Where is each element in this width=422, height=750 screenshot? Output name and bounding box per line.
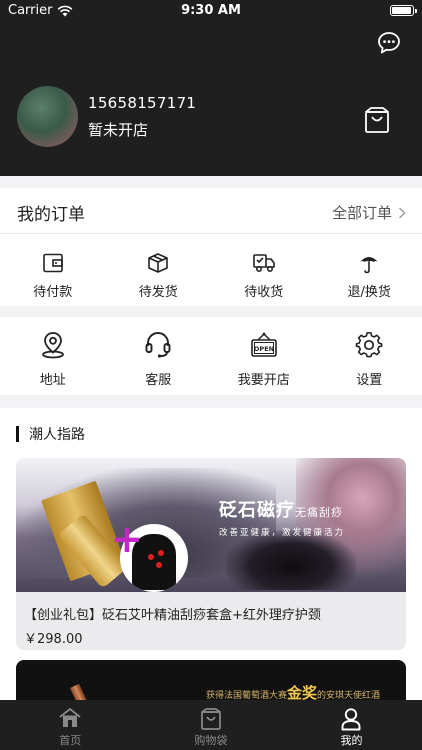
status-time: 9:30 AM xyxy=(181,3,241,18)
all-orders-label: 全部订单 xyxy=(331,204,392,222)
banner-subtitle: 改善亚健康，激发健康活力 xyxy=(219,528,346,538)
order-returns-label: 退/换货 xyxy=(347,285,391,300)
shop-status: 暂未开店 xyxy=(88,121,149,139)
tool-customer-service[interactable]: 客服 xyxy=(106,317,212,395)
tab-bar: 首页 购物袋 我的 xyxy=(0,700,422,750)
shop-bag-button[interactable] xyxy=(364,106,390,134)
trend-title: 潮人指路 xyxy=(29,427,85,443)
banner-title-small: 无痛刮痧 xyxy=(295,506,343,519)
order-pending-shipment-label: 待发货 xyxy=(138,285,178,300)
home-icon xyxy=(59,708,81,727)
message-button[interactable] xyxy=(376,30,402,56)
tool-customer-service-label: 客服 xyxy=(145,373,172,388)
tab-mine[interactable]: 我的 xyxy=(281,700,422,750)
user-icon xyxy=(342,708,361,731)
svg-text:OPEN: OPEN xyxy=(254,345,274,353)
banner-stones xyxy=(226,530,356,590)
product-card[interactable]: + 砭石磁疗无痛刮痧 改善亚健康，激发健康活力 【创业礼包】砭石艾叶精油刮痧套盒… xyxy=(16,458,406,650)
open-sign-icon: OPEN xyxy=(250,332,277,357)
battery-icon xyxy=(390,5,417,16)
tool-settings-label: 设置 xyxy=(356,373,383,388)
orders-title: 我的订单 xyxy=(17,205,85,225)
chevron-right-icon xyxy=(399,207,406,218)
tool-open-shop-label: 我要开店 xyxy=(237,373,290,388)
banner-title: 砭石磁疗无痛刮痧 xyxy=(219,496,343,522)
tab-home[interactable]: 首页 xyxy=(0,700,141,750)
infrared-dot xyxy=(158,550,164,556)
package-icon xyxy=(148,253,169,273)
wallet-icon xyxy=(42,253,63,273)
infrared-dot xyxy=(156,562,162,568)
trend-accent-bar xyxy=(16,426,19,442)
order-pending-payment[interactable]: 待付款 xyxy=(0,234,106,306)
order-pending-payment-label: 待付款 xyxy=(33,285,73,300)
tab-mine-label: 我的 xyxy=(340,734,363,747)
trend-section: 潮人指路 + 砭石磁疗无痛刮痧 改善亚健康，激发健康活力 【创业礼包】砭石艾叶精… xyxy=(0,408,422,720)
delivery-truck-icon xyxy=(252,254,275,273)
orders-header: 我的订单 全部订单 xyxy=(0,188,422,234)
avatar[interactable] xyxy=(17,86,78,147)
order-pending-receipt-label: 待收货 xyxy=(244,285,284,300)
location-pin-icon xyxy=(41,332,64,359)
all-orders-link[interactable]: 全部订单 xyxy=(332,202,406,223)
shopping-bag-icon xyxy=(365,107,389,133)
chat-bubble-icon xyxy=(378,32,400,54)
gear-icon xyxy=(355,332,383,358)
battery-fill xyxy=(392,7,411,14)
tool-settings[interactable]: 设置 xyxy=(317,317,422,395)
product-name: 【创业礼包】砭石艾叶精油刮痧套盒+红外理疗护颈 xyxy=(24,608,321,623)
umbrella-icon xyxy=(360,257,379,274)
product-image: + 砭石磁疗无痛刮痧 改善亚健康，激发健康活力 xyxy=(16,458,406,592)
tools-row: 地址 客服 OPEN 我要开店 设置 xyxy=(0,317,422,395)
order-pending-receipt[interactable]: 待收货 xyxy=(211,234,317,306)
tab-home-label: 首页 xyxy=(59,734,82,747)
tool-open-shop[interactable]: OPEN 我要开店 xyxy=(211,317,317,395)
plus-sign: + xyxy=(111,517,143,561)
orders-card: 我的订单 全部订单 待付款 待发货 待收货 退/换货 xyxy=(0,188,422,306)
profile-header: Carrier 9:30 AM 15658157171 暂未开店 xyxy=(0,0,422,176)
tool-address-label: 地址 xyxy=(39,373,66,388)
tool-address[interactable]: 地址 xyxy=(0,317,106,395)
tab-shopping-bag[interactable]: 购物袋 xyxy=(141,700,282,750)
product-price: ￥298.00 xyxy=(24,632,83,647)
shopping-bag-icon xyxy=(201,708,221,730)
tab-shopping-bag-label: 购物袋 xyxy=(194,734,228,747)
banner-title-main: 砭石磁疗 xyxy=(219,500,295,521)
trend-header: 潮人指路 xyxy=(16,424,85,444)
infrared-dot xyxy=(148,554,154,560)
app: Carrier 9:30 AM 15658157171 暂未开店 我的订单 全部… xyxy=(0,0,422,750)
headset-icon xyxy=(145,332,171,358)
tools-card: 地址 客服 OPEN 我要开店 设置 xyxy=(0,317,422,395)
status-bar: Carrier 9:30 AM xyxy=(0,0,422,22)
user-phone: 15658157171 xyxy=(88,94,197,112)
order-status-row: 待付款 待发货 待收货 退/换货 xyxy=(0,234,422,306)
order-returns[interactable]: 退/换货 xyxy=(317,234,422,306)
order-pending-shipment[interactable]: 待发货 xyxy=(106,234,212,306)
